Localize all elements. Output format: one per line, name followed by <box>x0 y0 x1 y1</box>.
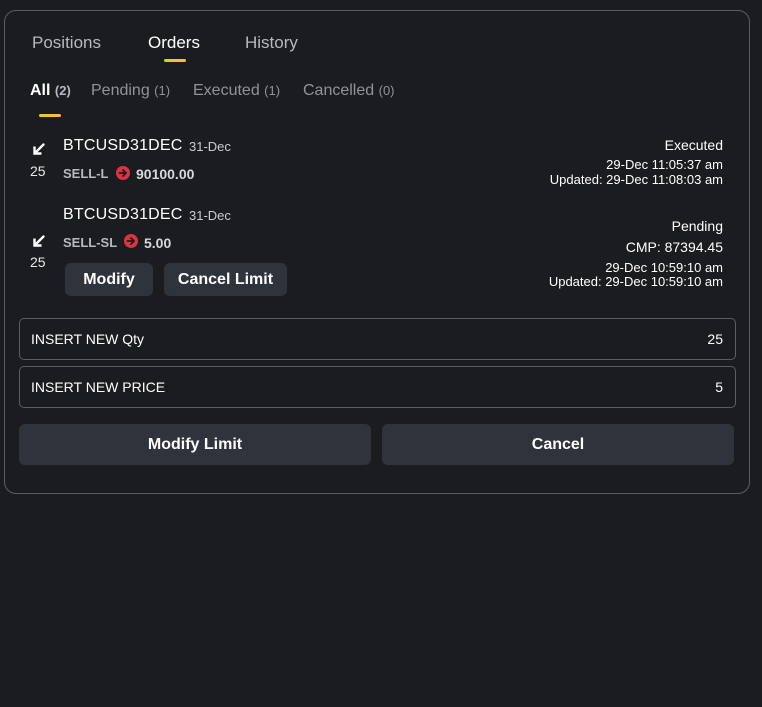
subtab-all[interactable]: All (2) <box>30 82 71 100</box>
modify-button[interactable]: Modify <box>65 263 153 296</box>
order-time: 29-Dec 10:59:10 am <box>605 260 723 275</box>
order-symbol: BTCUSD31DEC <box>63 137 183 154</box>
new-qty-label: INSERT NEW Qty <box>31 331 145 347</box>
subtab-cancelled-count: (0) <box>378 83 395 98</box>
subtab-executed[interactable]: Executed (1) <box>193 82 280 100</box>
order-symbol: BTCUSD31DEC <box>63 206 183 223</box>
order-expiry: 31-Dec <box>189 208 231 223</box>
subtab-cancelled-label: Cancelled <box>303 82 375 99</box>
arrow-right-circle-icon <box>124 234 138 248</box>
order-type: SELL-L <box>63 166 109 181</box>
order-qty: 25 <box>30 163 46 179</box>
cancel-limit-button[interactable]: Cancel Limit <box>164 263 287 296</box>
order-cmp: CMP: 87394.45 <box>625 239 723 255</box>
order-updated: Updated: 29-Dec 11:08:03 am <box>549 172 723 187</box>
subtab-all-count: (2) <box>54 83 71 98</box>
new-qty-field[interactable]: INSERT NEW Qty 25 <box>19 318 736 360</box>
orders-panel: Positions Orders History All (2) Pending… <box>4 10 750 494</box>
order-expiry: 31-Dec <box>189 139 231 154</box>
cancel-button[interactable]: Cancel <box>382 424 734 465</box>
order-type: SELL-SL <box>63 235 118 250</box>
order-qty: 25 <box>30 254 46 270</box>
tab-positions[interactable]: Positions <box>32 33 101 53</box>
order-status: Pending <box>671 218 723 234</box>
order-status: Executed <box>664 137 723 153</box>
active-tab-indicator <box>164 59 186 62</box>
order-updated: Updated: 29-Dec 10:59:10 am <box>548 274 723 289</box>
subtab-pending-count: (1) <box>154 83 171 98</box>
arrow-down-left-icon <box>33 143 45 155</box>
modify-limit-button[interactable]: Modify Limit <box>19 424 371 465</box>
subtab-pending[interactable]: Pending (1) <box>91 82 170 100</box>
arrow-down-left-icon <box>33 235 45 247</box>
subtab-executed-count: (1) <box>264 83 281 98</box>
new-price-field[interactable]: INSERT NEW PRICE 5 <box>19 366 736 408</box>
arrow-right-circle-icon <box>116 166 130 180</box>
subtab-cancelled[interactable]: Cancelled (0) <box>303 82 395 100</box>
active-subtab-indicator <box>39 114 61 117</box>
order-price: 90100.00 <box>136 166 195 182</box>
subtab-executed-label: Executed <box>193 82 260 99</box>
subtab-all-label: All <box>30 82 51 99</box>
order-time: 29-Dec 11:05:37 am <box>606 157 723 172</box>
new-qty-value[interactable]: 25 <box>707 331 723 347</box>
new-price-value[interactable]: 5 <box>715 379 723 395</box>
new-price-label: INSERT NEW PRICE <box>31 379 166 395</box>
subtab-pending-label: Pending <box>91 82 150 99</box>
tab-orders[interactable]: Orders <box>148 33 200 53</box>
tab-history[interactable]: History <box>245 33 298 53</box>
order-price: 5.00 <box>144 235 172 251</box>
